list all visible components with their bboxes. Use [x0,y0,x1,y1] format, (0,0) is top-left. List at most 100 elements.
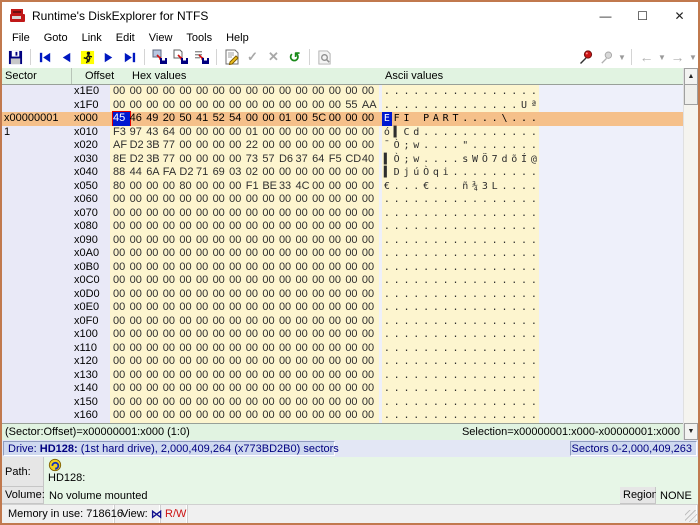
ascii-char[interactable]: . [519,234,529,248]
hex-byte[interactable]: 00 [146,85,163,99]
hex-byte[interactable]: 00 [229,247,246,261]
ascii-char[interactable]: . [529,193,539,207]
hex-byte[interactable]: 00 [345,274,362,288]
hex-byte[interactable]: 00 [262,126,279,140]
hex-byte[interactable]: 00 [246,85,263,99]
ascii-char[interactable]: . [392,328,402,342]
ascii-char[interactable]: . [441,409,451,423]
ascii-char[interactable]: . [480,247,490,261]
hex-byte[interactable]: 00 [213,315,230,329]
ascii-char[interactable]: . [490,382,500,396]
ascii-char[interactable]: . [431,85,441,99]
save-sector-to-file-icon[interactable] [149,47,170,67]
hex-byte[interactable]: 00 [229,261,246,275]
ascii-char[interactable]: . [509,207,519,221]
ascii-char[interactable]: . [460,396,470,410]
hex-byte[interactable]: 00 [296,220,313,234]
hex-byte[interactable]: 00 [146,301,163,315]
hex-byte[interactable]: 00 [246,193,263,207]
hex-byte[interactable]: 00 [130,328,147,342]
ascii-char[interactable]: . [460,315,470,329]
ascii-char[interactable]: . [519,355,529,369]
ascii-char[interactable]: . [382,247,392,261]
ascii-char[interactable]: . [441,207,451,221]
hex-byte[interactable]: 00 [229,207,246,221]
hex-byte[interactable]: CD [345,153,362,167]
ascii-char[interactable]: . [441,369,451,383]
hex-byte[interactable]: 00 [329,396,346,410]
hex-byte[interactable]: 00 [163,369,180,383]
ascii-char[interactable]: . [402,207,412,221]
hex-byte[interactable]: 00 [312,139,329,153]
ascii-char[interactable]: U [519,99,529,113]
ascii-char[interactable]: . [382,369,392,383]
ascii-char[interactable]: . [490,234,500,248]
hex-byte[interactable]: 00 [262,139,279,153]
ascii-char[interactable]: . [480,207,490,221]
ascii-char[interactable]: . [460,342,470,356]
ascii-char[interactable]: ▌ [392,126,402,140]
hex-byte[interactable]: 00 [362,220,379,234]
hex-byte[interactable]: 00 [312,369,329,383]
hex-byte[interactable]: 00 [113,207,130,221]
ascii-char[interactable]: . [402,220,412,234]
hex-byte[interactable]: 00 [179,274,196,288]
hex-byte[interactable]: 00 [196,369,213,383]
hex-byte[interactable]: 00 [279,382,296,396]
hex-byte[interactable]: 00 [196,247,213,261]
hex-byte[interactable]: 00 [312,234,329,248]
hex-byte[interactable]: 00 [312,193,329,207]
ascii-char[interactable]: . [460,166,470,180]
ascii-char[interactable]: . [411,355,421,369]
hex-byte[interactable]: 00 [130,396,147,410]
ascii-char[interactable]: . [451,126,461,140]
hex-byte[interactable]: 00 [296,382,313,396]
ascii-char[interactable]: . [529,409,539,423]
hex-byte[interactable]: 00 [362,85,379,99]
ascii-char[interactable]: . [529,234,539,248]
ascii-char[interactable]: Ò [421,166,431,180]
ascii-char[interactable]: . [460,112,470,126]
hex-byte[interactable]: 00 [229,85,246,99]
hex-byte[interactable]: F5 [329,153,346,167]
ascii-char[interactable]: . [470,396,480,410]
copy-hex-icon[interactable] [191,47,212,67]
ascii-char[interactable]: . [470,85,480,99]
ascii-char[interactable]: . [441,301,451,315]
hex-byte[interactable]: 00 [146,193,163,207]
hex-byte[interactable]: 00 [296,85,313,99]
ascii-char[interactable]: Ò [392,153,402,167]
hex-byte[interactable]: 00 [229,274,246,288]
hex-byte[interactable]: 80 [113,180,130,194]
ascii-char[interactable]: q [431,166,441,180]
hex-byte[interactable]: 00 [345,288,362,302]
ascii-char[interactable]: . [402,328,412,342]
hex-byte[interactable]: 00 [179,382,196,396]
ascii-char[interactable]: . [402,85,412,99]
hex-byte[interactable]: 00 [229,234,246,248]
ascii-char[interactable]: . [441,261,451,275]
hex-byte[interactable]: 00 [262,166,279,180]
hex-byte[interactable]: 00 [130,409,147,423]
hex-byte[interactable]: 00 [146,274,163,288]
hex-byte[interactable]: 00 [279,139,296,153]
ascii-char[interactable]: . [441,247,451,261]
ascii-char[interactable]: C [402,126,412,140]
hex-byte[interactable]: 00 [312,342,329,356]
ascii-char[interactable]: . [411,220,421,234]
hex-byte[interactable]: 00 [213,207,230,221]
hex-byte[interactable]: 00 [246,315,263,329]
hex-byte[interactable]: 00 [146,261,163,275]
hex-byte[interactable]: 00 [312,99,329,113]
hex-byte[interactable]: 00 [130,315,147,329]
hex-byte[interactable]: 00 [213,301,230,315]
hex-byte[interactable]: 00 [130,99,147,113]
ascii-char[interactable]: . [451,274,461,288]
ascii-char[interactable]: . [519,342,529,356]
hex-byte[interactable]: 00 [296,166,313,180]
ascii-char[interactable]: . [382,342,392,356]
hex-byte[interactable]: 00 [279,247,296,261]
hex-byte[interactable]: D2 [130,153,147,167]
ascii-char[interactable]: . [460,274,470,288]
hex-byte[interactable]: 00 [229,180,246,194]
